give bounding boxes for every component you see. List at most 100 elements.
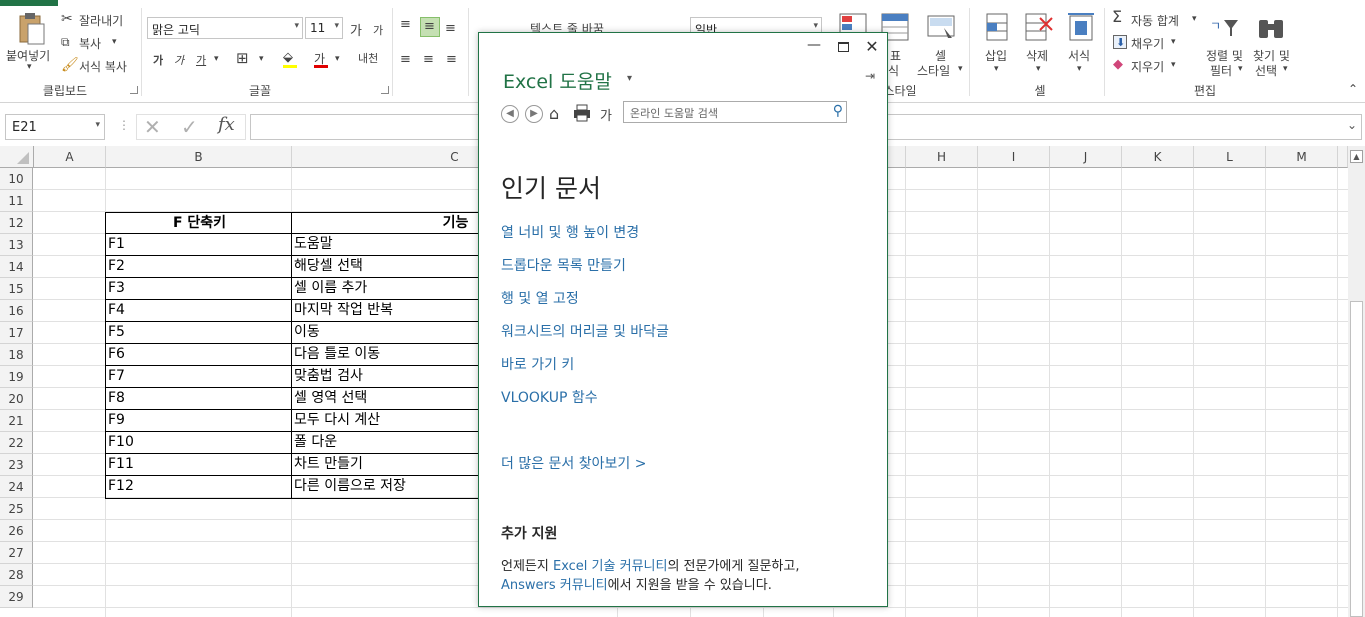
italic-button[interactable]: 가 — [174, 52, 184, 68]
expand-formula-icon[interactable]: ⌄ — [1347, 118, 1357, 132]
format-as-table-label-2[interactable]: 식 — [888, 62, 899, 79]
copy-icon[interactable]: ⧉ — [61, 35, 70, 49]
increase-font-button[interactable]: 가 — [350, 20, 362, 39]
home-icon[interactable]: ⌂ — [549, 104, 559, 123]
row-header[interactable]: 28 — [0, 564, 33, 586]
chevron-down-icon[interactable]: ▾ — [1171, 37, 1176, 47]
chevron-down-icon[interactable]: ▾ — [1283, 64, 1288, 74]
table-cell-key[interactable]: F11 — [106, 454, 291, 476]
maximize-icon[interactable] — [838, 42, 849, 52]
chevron-down-icon[interactable]: ▾ — [1077, 64, 1082, 74]
help-search-input[interactable]: 온라인 도움말 검색 ⚲ — [623, 101, 847, 123]
find-select-label-2[interactable]: 선택 — [1255, 62, 1277, 79]
insert-cells-icon[interactable] — [983, 12, 1011, 42]
sort-filter-label-2[interactable]: 필터 — [1210, 62, 1232, 79]
phonetic-button[interactable]: 내천 — [358, 50, 378, 66]
more-articles-link[interactable]: 더 많은 문서 찾아보기 > — [501, 453, 646, 473]
print-icon[interactable] — [573, 104, 591, 122]
row-header[interactable]: 25 — [0, 498, 33, 520]
row-header[interactable]: 13 — [0, 234, 33, 256]
vertical-scrollbar[interactable]: ▲ — [1348, 146, 1365, 617]
chevron-down-icon[interactable]: ▾ — [1036, 64, 1041, 74]
chevron-down-icon[interactable]: ▾ — [1192, 14, 1197, 24]
column-header-l[interactable]: L — [1194, 146, 1266, 168]
chevron-down-icon[interactable]: ▾ — [1238, 64, 1243, 74]
font-color-dropdown-icon[interactable]: ▾ — [335, 54, 340, 64]
scroll-up-icon[interactable]: ▲ — [1350, 150, 1363, 163]
border-dropdown-icon[interactable]: ▾ — [259, 54, 264, 64]
chevron-down-icon[interactable]: ▾ — [627, 73, 632, 84]
chevron-down-icon[interactable]: ▾ — [958, 64, 963, 74]
row-header[interactable]: 19 — [0, 366, 33, 388]
row-header[interactable]: 18 — [0, 344, 33, 366]
chevron-down-icon[interactable]: ▾ — [994, 64, 999, 74]
answers-link[interactable]: Answers 커뮤니티 — [501, 578, 608, 593]
autosum-button[interactable]: 자동 합계 — [1131, 12, 1179, 29]
row-header[interactable]: 29 — [0, 586, 33, 608]
column-header-b[interactable]: B — [106, 146, 292, 168]
row-header[interactable]: 22 — [0, 432, 33, 454]
insert-function-button[interactable]: fx — [218, 114, 235, 135]
align-middle-button[interactable]: ≡ — [420, 17, 440, 37]
align-center-icon[interactable]: ≡ — [423, 53, 434, 67]
row-header[interactable]: 27 — [0, 542, 33, 564]
table-cell-key[interactable]: F2 — [106, 256, 291, 278]
help-link[interactable]: 바로 가기 키 — [501, 354, 574, 374]
scrollbar-thumb[interactable] — [1350, 301, 1363, 617]
font-name-combo[interactable]: 맑은 고딕 ▾ — [147, 17, 303, 39]
paste-dropdown-icon[interactable]: ▾ — [27, 62, 32, 72]
column-header-i[interactable]: I — [978, 146, 1050, 168]
insert-button[interactable]: 삽입 — [985, 47, 1007, 64]
table-cell-key[interactable]: F4 — [106, 300, 291, 322]
table-cell-key[interactable]: F3 — [106, 278, 291, 300]
binoculars-icon[interactable] — [1256, 14, 1286, 42]
cancel-icon[interactable]: ✕ — [144, 115, 161, 139]
cell-styles-icon[interactable] — [926, 12, 956, 42]
format-painter-icon[interactable]: 🖌 — [61, 58, 79, 72]
eraser-icon[interactable]: ◆ — [1113, 58, 1123, 72]
font-launcher-icon[interactable] — [381, 86, 389, 94]
table-cell-key[interactable]: F12 — [106, 476, 291, 498]
row-header[interactable]: 24 — [0, 476, 33, 498]
paste-icon[interactable] — [14, 12, 48, 46]
autosum-icon[interactable]: Σ — [1112, 9, 1122, 25]
copy-dropdown-icon[interactable]: ▾ — [112, 37, 117, 47]
name-box[interactable]: E21 ▾ — [5, 114, 105, 140]
font-size-combo[interactable]: 11 ▾ — [305, 17, 343, 39]
column-header-a[interactable]: A — [34, 146, 106, 168]
column-header-n[interactable] — [1338, 146, 1348, 168]
table-cell-key[interactable]: F9 — [106, 410, 291, 432]
row-header[interactable]: 16 — [0, 300, 33, 322]
copy-button[interactable]: 복사 — [79, 35, 101, 52]
search-icon[interactable]: ⚲ — [833, 103, 843, 119]
align-right-icon[interactable]: ≡ — [446, 53, 457, 67]
table-cell-key[interactable]: F10 — [106, 432, 291, 454]
column-header-h[interactable]: H — [906, 146, 978, 168]
table-cell-key[interactable]: F5 — [106, 322, 291, 344]
format-painter-button[interactable]: 서식 복사 — [79, 58, 127, 75]
format-cells-icon[interactable] — [1066, 12, 1096, 42]
select-all-button[interactable] — [0, 146, 34, 168]
community-link[interactable]: Excel 기술 커뮤니티 — [553, 559, 667, 574]
help-link[interactable]: VLOOKUP 함수 — [501, 387, 598, 407]
help-link[interactable]: 워크시트의 머리글 및 바닥글 — [501, 321, 669, 341]
align-left-icon[interactable]: ≡ — [400, 53, 411, 67]
fill-color-icon[interactable]: ⬙ — [283, 51, 293, 65]
underline-dropdown-icon[interactable]: ▾ — [214, 54, 219, 64]
row-header[interactable]: 20 — [0, 388, 33, 410]
row-header[interactable]: 14 — [0, 256, 33, 278]
row-header[interactable]: 12 — [0, 212, 33, 234]
chevron-down-icon[interactable]: ▾ — [1171, 60, 1176, 70]
table-cell-key[interactable]: F1 — [106, 234, 291, 256]
delete-button[interactable]: 삭제 — [1026, 47, 1048, 64]
pin-icon[interactable]: ⇥ — [865, 69, 875, 83]
row-header[interactable]: 11 — [0, 190, 33, 212]
collapse-ribbon-icon[interactable]: ⌃ — [1348, 82, 1358, 96]
row-header[interactable]: 21 — [0, 410, 33, 432]
format-button[interactable]: 서식 — [1068, 47, 1090, 64]
text-size-icon[interactable]: 가 — [600, 105, 612, 124]
table-cell-key[interactable]: F7 — [106, 366, 291, 388]
table-header-key[interactable]: F 단축키 — [106, 213, 291, 235]
row-header[interactable]: 23 — [0, 454, 33, 476]
column-header-k[interactable]: K — [1122, 146, 1194, 168]
